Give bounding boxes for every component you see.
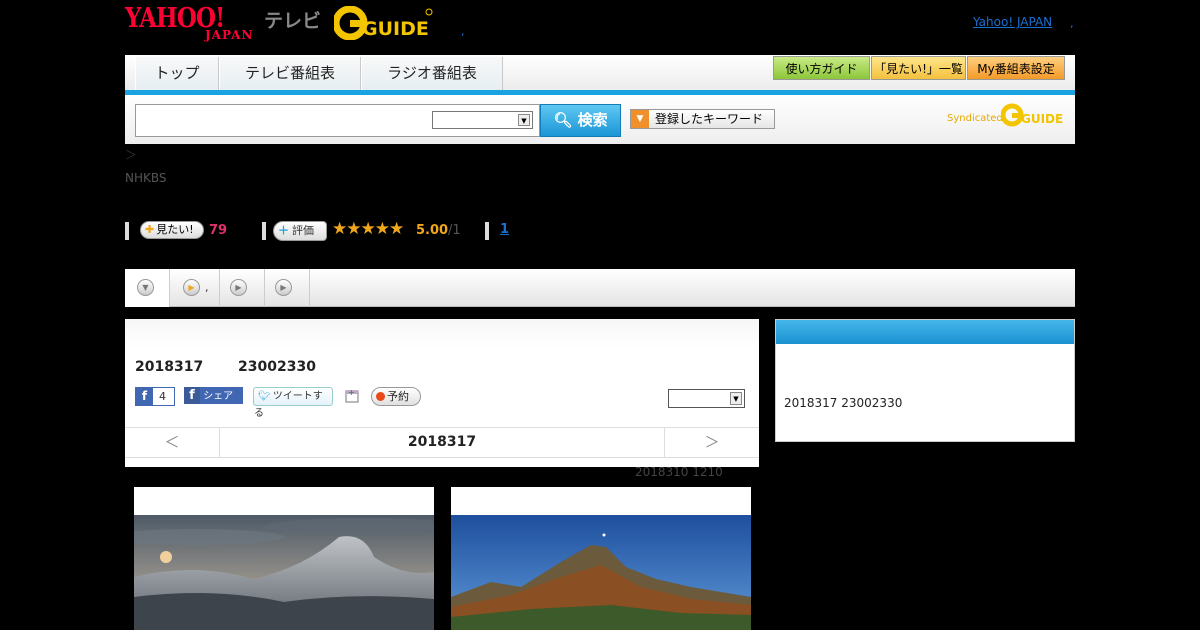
saved-keywords-button[interactable]: ▼ 登録したキーワード (630, 109, 775, 129)
channel-name: NHKBS (125, 171, 167, 185)
rating-stars: ★★★★★ (332, 219, 404, 239)
rate-label: 評価 (292, 224, 314, 237)
program-tabs: ▼ ▶ , ▶ ▶ (125, 269, 1075, 307)
reserve-label: 予約 (387, 390, 409, 403)
search-bar: ▼ 🔍︎ 検索 ▼ 登録したキーワード Syndicated GUIDE (125, 95, 1075, 144)
chevron-down-icon: ▼ (518, 114, 530, 126)
saved-keywords-label: 登録したキーワード (655, 112, 764, 126)
svg-text:GUIDE: GUIDE (1021, 112, 1063, 126)
chevron-down-icon: ▼ (137, 279, 154, 296)
breadcrumb[interactable]: ＞ (125, 146, 137, 163)
want-list-button[interactable]: 「見たい!」一覧 (871, 56, 966, 80)
calendar-add-icon[interactable]: + (345, 388, 359, 403)
rating-count: /1 (448, 223, 461, 238)
search-button[interactable]: 🔍︎ 検索 (540, 104, 621, 137)
record-icon (376, 392, 385, 401)
tv-label: テレビ (264, 10, 322, 32)
tab-2[interactable]: ▶ , (170, 269, 220, 307)
chevron-down-icon: ▼ (730, 392, 742, 405)
twitter-bird-icon: 🐦︎ (258, 391, 271, 402)
header-separator: , (461, 25, 465, 38)
tweet-button[interactable]: 🐦︎ ツイートする (253, 387, 333, 419)
date-navigation: ＜ 2018317 ＞ (125, 427, 759, 458)
program-thumbnail[interactable] (134, 487, 434, 630)
want-count: 79 (209, 223, 228, 238)
play-icon: ▶ (230, 279, 247, 296)
svg-text:+: + (348, 388, 355, 397)
plus-icon: ✚ (145, 223, 155, 236)
facebook-share-label: シェア (203, 391, 234, 402)
syndicated-label: Syndicated (947, 113, 1003, 124)
program-time: 23002330 (238, 359, 316, 375)
search-icon: 🔍︎ (553, 111, 573, 129)
tab-3[interactable]: ▶ (220, 269, 265, 307)
search-category-select[interactable]: ▼ (432, 111, 533, 129)
yahoo-logo-japan: JAPAN (205, 28, 254, 42)
divider (262, 222, 266, 240)
syndicated-gguide-logo: Syndicated GUIDE (947, 103, 1067, 127)
previous-broadcast-note: 2018310 1210 (635, 465, 723, 479)
side-panel-text: 2018317 23002330 (784, 396, 903, 410)
rate-button[interactable]: ＋評価 (273, 221, 327, 241)
previous-date-button[interactable]: ＜ (125, 428, 220, 457)
my-schedule-settings-button[interactable]: My番組表設定 (967, 56, 1065, 80)
reserve-button[interactable]: 予約 (371, 387, 421, 406)
usage-guide-button[interactable]: 使い方ガイド (773, 56, 870, 80)
facebook-like-button[interactable]: f4 (135, 387, 175, 406)
current-date: 2018317 (407, 434, 477, 450)
yahoo-japan-logo[interactable]: YAHOO! JAPAN (125, 4, 263, 43)
want-label: 見たい! (156, 223, 194, 236)
program-action-select[interactable]: ▼ (668, 389, 745, 408)
tab-4[interactable]: ▶ (265, 269, 310, 307)
gguide-logo[interactable]: GUIDE (332, 5, 434, 41)
facebook-like-count: 4 (159, 390, 166, 403)
divider (485, 222, 489, 240)
nav-tab-radio-schedule[interactable]: ラジオ番組表 (361, 57, 503, 90)
review-count-link[interactable]: 1 (500, 222, 509, 237)
facebook-icon: f (184, 387, 200, 404)
next-date-button[interactable]: ＞ (664, 428, 759, 457)
tab-2-label: , (205, 281, 209, 294)
header-link-separator: , (1070, 17, 1074, 30)
main-nav: トップ テレビ番組表 ラジオ番組表 使い方ガイド 「見たい!」一覧 My番組表設… (125, 55, 1075, 95)
play-icon: ▶ (275, 279, 292, 296)
program-detail-panel: 2018317 23002330 f4 f シェア 🐦︎ ツイートする + 予約 … (125, 319, 759, 467)
svg-text:GUIDE: GUIDE (362, 18, 429, 40)
nav-tab-top[interactable]: トップ (135, 57, 219, 90)
facebook-share-button[interactable]: f シェア (184, 387, 243, 404)
facebook-icon: f (136, 388, 153, 405)
side-panel: 2018317 23002330 (775, 319, 1075, 442)
yahoo-japan-link[interactable]: Yahoo! JAPAN (973, 15, 1052, 29)
triangle-down-icon: ▼ (631, 110, 649, 128)
program-thumbnail[interactable] (451, 487, 751, 630)
want-to-watch-button[interactable]: ✚ 見たい! (140, 221, 204, 239)
rating-score: 5.00 (416, 223, 449, 238)
nav-tab-tv-schedule[interactable]: テレビ番組表 (219, 57, 361, 90)
tab-info[interactable]: ▼ (125, 269, 170, 307)
divider (125, 222, 129, 240)
side-panel-header (776, 320, 1074, 344)
plus-icon: ＋ (278, 224, 289, 237)
play-icon: ▶ (183, 279, 200, 296)
search-button-label: 検索 (577, 111, 608, 129)
program-date: 2018317 (135, 359, 204, 375)
